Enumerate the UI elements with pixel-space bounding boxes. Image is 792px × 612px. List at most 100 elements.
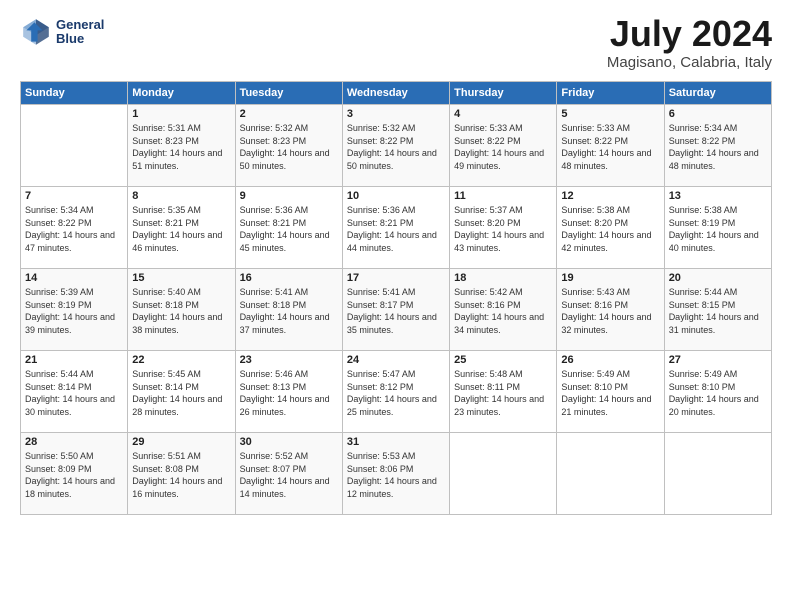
cell-info: Sunrise: 5:36 AMSunset: 8:21 PMDaylight:…: [347, 205, 437, 253]
cell-w1d6: 13 Sunrise: 5:38 AMSunset: 8:19 PMDayligh…: [664, 187, 771, 269]
day-number: 7: [25, 190, 123, 202]
cell-info: Sunrise: 5:39 AMSunset: 8:19 PMDaylight:…: [25, 287, 115, 335]
week-row-0: 1 Sunrise: 5:31 AMSunset: 8:23 PMDaylight…: [21, 105, 772, 187]
logo: General Blue: [20, 16, 104, 48]
cell-info: Sunrise: 5:31 AMSunset: 8:23 PMDaylight:…: [132, 123, 222, 171]
cell-w4d3: 31 Sunrise: 5:53 AMSunset: 8:06 PMDayligh…: [342, 433, 449, 515]
day-number: 20: [669, 272, 767, 284]
cell-w3d1: 22 Sunrise: 5:45 AMSunset: 8:14 PMDayligh…: [128, 351, 235, 433]
cell-info: Sunrise: 5:40 AMSunset: 8:18 PMDaylight:…: [132, 287, 222, 335]
cell-w1d2: 9 Sunrise: 5:36 AMSunset: 8:21 PMDaylight…: [235, 187, 342, 269]
col-header-saturday: Saturday: [664, 82, 771, 105]
day-number: 24: [347, 354, 445, 366]
cell-w0d2: 2Sunrise: 5:32 AMSunset: 8:23 PMDaylight…: [235, 105, 342, 187]
week-row-1: 7 Sunrise: 5:34 AMSunset: 8:22 PMDaylight…: [21, 187, 772, 269]
cell-info: Sunrise: 5:49 AMSunset: 8:10 PMDaylight:…: [561, 369, 651, 417]
cell-w0d5: 5 Sunrise: 5:33 AMSunset: 8:22 PMDaylight…: [557, 105, 664, 187]
col-header-monday: Monday: [128, 82, 235, 105]
col-header-tuesday: Tuesday: [235, 82, 342, 105]
cell-info: Sunrise: 5:33 AMSunset: 8:22 PMDaylight:…: [454, 123, 544, 171]
cell-w3d2: 23Sunrise: 5:46 AMSunset: 8:13 PMDayligh…: [235, 351, 342, 433]
cell-w2d5: 19 Sunrise: 5:43 AMSunset: 8:16 PMDayligh…: [557, 269, 664, 351]
cell-info: Sunrise: 5:35 AMSunset: 8:21 PMDaylight:…: [132, 205, 222, 253]
cell-w4d6: [664, 433, 771, 515]
day-number: 12: [561, 190, 659, 202]
day-number: 30: [240, 436, 338, 448]
day-number: 15: [132, 272, 230, 284]
cell-w1d4: 11 Sunrise: 5:37 AMSunset: 8:20 PMDayligh…: [450, 187, 557, 269]
cell-w3d6: 27Sunrise: 5:49 AMSunset: 8:10 PMDayligh…: [664, 351, 771, 433]
logo-icon: [20, 16, 52, 48]
page: General Blue July 2024 Magisano, Calabri…: [0, 0, 792, 612]
day-number: 4: [454, 108, 552, 120]
day-number: 29: [132, 436, 230, 448]
cell-w4d0: 28 Sunrise: 5:50 AMSunset: 8:09 PMDayligh…: [21, 433, 128, 515]
cell-w1d3: 10Sunrise: 5:36 AMSunset: 8:21 PMDayligh…: [342, 187, 449, 269]
day-number: 19: [561, 272, 659, 284]
day-number: 28: [25, 436, 123, 448]
logo-text: General Blue: [56, 18, 104, 47]
day-number: 22: [132, 354, 230, 366]
cell-info: Sunrise: 5:51 AMSunset: 8:08 PMDaylight:…: [132, 451, 222, 499]
cell-w2d6: 20 Sunrise: 5:44 AMSunset: 8:15 PMDayligh…: [664, 269, 771, 351]
day-number: 17: [347, 272, 445, 284]
cell-info: Sunrise: 5:47 AMSunset: 8:12 PMDaylight:…: [347, 369, 437, 417]
cell-info: Sunrise: 5:41 AMSunset: 8:17 PMDaylight:…: [347, 287, 437, 335]
calendar-table: SundayMondayTuesdayWednesdayThursdayFrid…: [20, 81, 772, 515]
week-row-2: 14 Sunrise: 5:39 AMSunset: 8:19 PMDayligh…: [21, 269, 772, 351]
header: General Blue July 2024 Magisano, Calabri…: [20, 16, 772, 71]
cell-w3d0: 21Sunrise: 5:44 AMSunset: 8:14 PMDayligh…: [21, 351, 128, 433]
cell-info: Sunrise: 5:37 AMSunset: 8:20 PMDaylight:…: [454, 205, 544, 253]
cell-info: Sunrise: 5:45 AMSunset: 8:14 PMDaylight:…: [132, 369, 222, 417]
cell-info: Sunrise: 5:38 AMSunset: 8:19 PMDaylight:…: [669, 205, 759, 253]
cell-w2d4: 18Sunrise: 5:42 AMSunset: 8:16 PMDayligh…: [450, 269, 557, 351]
cell-w4d2: 30 Sunrise: 5:52 AMSunset: 8:07 PMDayligh…: [235, 433, 342, 515]
cell-w1d1: 8 Sunrise: 5:35 AMSunset: 8:21 PMDaylight…: [128, 187, 235, 269]
logo-line1: General: [56, 18, 104, 32]
day-number: 31: [347, 436, 445, 448]
cell-w1d5: 12 Sunrise: 5:38 AMSunset: 8:20 PMDayligh…: [557, 187, 664, 269]
day-number: 1: [132, 108, 230, 120]
col-header-thursday: Thursday: [450, 82, 557, 105]
header-row: SundayMondayTuesdayWednesdayThursdayFrid…: [21, 82, 772, 105]
cell-w0d0: [21, 105, 128, 187]
day-number: 13: [669, 190, 767, 202]
cell-info: Sunrise: 5:34 AMSunset: 8:22 PMDaylight:…: [25, 205, 115, 253]
cell-info: Sunrise: 5:52 AMSunset: 8:07 PMDaylight:…: [240, 451, 330, 499]
cell-info: Sunrise: 5:42 AMSunset: 8:16 PMDaylight:…: [454, 287, 544, 335]
cell-w0d1: 1 Sunrise: 5:31 AMSunset: 8:23 PMDaylight…: [128, 105, 235, 187]
day-number: 9: [240, 190, 338, 202]
cell-w0d6: 6Sunrise: 5:34 AMSunset: 8:22 PMDaylight…: [664, 105, 771, 187]
cell-info: Sunrise: 5:32 AMSunset: 8:23 PMDaylight:…: [240, 123, 330, 171]
cell-info: Sunrise: 5:34 AMSunset: 8:22 PMDaylight:…: [669, 123, 759, 171]
cell-info: Sunrise: 5:43 AMSunset: 8:16 PMDaylight:…: [561, 287, 651, 335]
cell-info: Sunrise: 5:32 AMSunset: 8:22 PMDaylight:…: [347, 123, 437, 171]
cell-info: Sunrise: 5:49 AMSunset: 8:10 PMDaylight:…: [669, 369, 759, 417]
cell-info: Sunrise: 5:44 AMSunset: 8:15 PMDaylight:…: [669, 287, 759, 335]
cell-w2d0: 14 Sunrise: 5:39 AMSunset: 8:19 PMDayligh…: [21, 269, 128, 351]
day-number: 23: [240, 354, 338, 366]
col-header-friday: Friday: [557, 82, 664, 105]
day-number: 26: [561, 354, 659, 366]
day-number: 14: [25, 272, 123, 284]
day-number: 25: [454, 354, 552, 366]
day-number: 11: [454, 190, 552, 202]
cell-info: Sunrise: 5:48 AMSunset: 8:11 PMDaylight:…: [454, 369, 544, 417]
cell-w3d3: 24 Sunrise: 5:47 AMSunset: 8:12 PMDayligh…: [342, 351, 449, 433]
cell-w3d4: 25 Sunrise: 5:48 AMSunset: 8:11 PMDayligh…: [450, 351, 557, 433]
cell-w0d4: 4 Sunrise: 5:33 AMSunset: 8:22 PMDaylight…: [450, 105, 557, 187]
cell-info: Sunrise: 5:44 AMSunset: 8:14 PMDaylight:…: [25, 369, 115, 417]
day-number: 8: [132, 190, 230, 202]
day-number: 5: [561, 108, 659, 120]
logo-line2: Blue: [56, 32, 104, 46]
cell-w2d3: 17 Sunrise: 5:41 AMSunset: 8:17 PMDayligh…: [342, 269, 449, 351]
cell-info: Sunrise: 5:33 AMSunset: 8:22 PMDaylight:…: [561, 123, 651, 171]
day-number: 3: [347, 108, 445, 120]
cell-info: Sunrise: 5:50 AMSunset: 8:09 PMDaylight:…: [25, 451, 115, 499]
cell-w2d1: 15 Sunrise: 5:40 AMSunset: 8:18 PMDayligh…: [128, 269, 235, 351]
col-header-sunday: Sunday: [21, 82, 128, 105]
cell-info: Sunrise: 5:53 AMSunset: 8:06 PMDaylight:…: [347, 451, 437, 499]
cell-w4d1: 29 Sunrise: 5:51 AMSunset: 8:08 PMDayligh…: [128, 433, 235, 515]
cell-info: Sunrise: 5:38 AMSunset: 8:20 PMDaylight:…: [561, 205, 651, 253]
cell-info: Sunrise: 5:36 AMSunset: 8:21 PMDaylight:…: [240, 205, 330, 253]
